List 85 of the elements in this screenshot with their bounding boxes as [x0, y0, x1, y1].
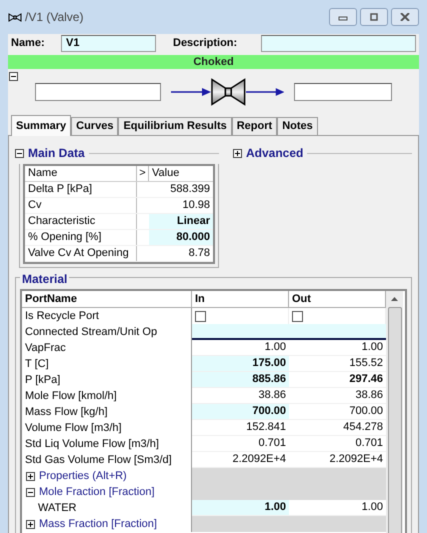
value-cell: 2.2092E+4	[289, 452, 386, 468]
value-cell: 297.46	[289, 372, 386, 388]
flow-arrow	[246, 87, 284, 97]
group-title: Main Data	[28, 145, 85, 162]
close-button[interactable]	[391, 8, 419, 26]
value-cell[interactable]: 80.000	[149, 230, 213, 245]
group-title: Advanced	[246, 145, 304, 162]
row-label: Mole Flow [kmol/h]	[25, 388, 117, 404]
row-label: Connected Stream/Unit Op	[25, 324, 158, 340]
description-field[interactable]	[261, 35, 416, 52]
value-cell: 152.841	[192, 420, 289, 436]
expand-toggle[interactable]	[26, 488, 35, 496]
value-cell[interactable]: 885.86	[192, 372, 289, 388]
flow-arrow	[170, 87, 211, 97]
value-cell: 454.278	[289, 420, 386, 436]
scrollbar-thumb[interactable]	[388, 307, 402, 533]
window-title: /V1 (Valve)	[25, 9, 84, 26]
value-cell[interactable]: Linear	[149, 214, 213, 229]
value-cell: 0.701	[289, 436, 386, 452]
stream-input-field[interactable]	[192, 324, 289, 340]
tab[interactable]: Notes	[277, 117, 318, 135]
value-cell: 1.00	[289, 500, 386, 516]
column-header: PortName	[22, 291, 192, 307]
value-cell[interactable]: 1.00	[192, 500, 289, 516]
column-header: Value	[151, 166, 180, 181]
tab[interactable]: Curves	[71, 117, 118, 135]
row-label: Valve Cv At Opening	[25, 246, 137, 261]
section-label[interactable]: Mole Fraction [Fraction]	[39, 484, 155, 500]
minus-icon	[10, 73, 17, 80]
row-label: T [C]	[25, 356, 49, 372]
expand-toggle[interactable]	[233, 148, 242, 158]
checkbox[interactable]	[292, 310, 303, 322]
value-cell: 1.00	[192, 340, 289, 356]
close-icon	[400, 13, 410, 21]
row-label: Delta P [kPa]	[25, 182, 137, 197]
value-cell: 700.00	[289, 404, 386, 420]
plus-icon	[27, 472, 34, 480]
row-label: VapFrac	[25, 340, 66, 356]
collapse-toggle[interactable]	[15, 148, 24, 158]
row-label: Volume Flow [m3/h]	[25, 420, 122, 436]
value-cell: 2.2092E+4	[192, 452, 289, 468]
value-cell: 38.86	[192, 388, 289, 404]
value-cell[interactable]: 700.00	[192, 404, 289, 420]
value-cell[interactable]: 175.00	[192, 356, 289, 372]
collapse-toggle[interactable]	[9, 72, 18, 81]
name-label: Name:	[11, 36, 46, 52]
plus-icon	[234, 150, 241, 156]
tab[interactable]: Report	[232, 117, 278, 135]
row-label: Std Liq Volume Flow [m3/h]	[25, 436, 159, 452]
row-label: Mass Flow [kg/h]	[25, 404, 108, 420]
value-cell: 0.701	[192, 436, 289, 452]
row-label: WATER	[38, 500, 76, 516]
outlet-stream-field[interactable]	[294, 83, 392, 101]
value-cell: 155.52	[289, 356, 386, 372]
expand-column-button[interactable]: >	[137, 166, 149, 181]
row-label: % Opening [%]	[25, 230, 137, 245]
row-label: Is Recycle Port	[25, 308, 99, 324]
column-header: Name	[25, 166, 137, 181]
column-header: In	[192, 291, 289, 307]
scroll-up-icon[interactable]	[390, 296, 399, 302]
row-label: Characteristic	[25, 214, 137, 229]
value-cell: 1.00	[289, 340, 386, 356]
plus-icon	[27, 520, 34, 528]
maximize-button[interactable]	[360, 8, 388, 26]
valve-icon	[8, 12, 22, 22]
row-label: P [kPa]	[25, 372, 60, 388]
row-label: Std Gas Volume Flow [Sm3/d]	[25, 452, 172, 468]
checkbox[interactable]	[195, 310, 206, 322]
inlet-stream-field[interactable]	[35, 83, 161, 101]
scrollbar[interactable]	[386, 291, 403, 533]
minimize-button[interactable]	[329, 8, 357, 26]
status-bar: Choked	[8, 55, 419, 69]
value-cell: 38.86	[289, 388, 386, 404]
expand-toggle[interactable]	[26, 472, 35, 480]
maximize-icon	[369, 13, 379, 21]
tab[interactable]: Summary	[11, 115, 72, 136]
row-label: Cv	[25, 198, 137, 213]
name-field[interactable]: V1	[61, 35, 156, 52]
section-label[interactable]: Mass Fraction [Fraction]	[39, 516, 157, 532]
tab[interactable]: Equilibrium Results	[118, 117, 232, 135]
valve-icon	[210, 78, 246, 106]
expand-toggle[interactable]	[26, 520, 35, 528]
section-label[interactable]: Properties (Alt+R)	[39, 468, 127, 484]
stream-input-field[interactable]	[289, 324, 386, 340]
description-label: Description:	[173, 36, 238, 52]
